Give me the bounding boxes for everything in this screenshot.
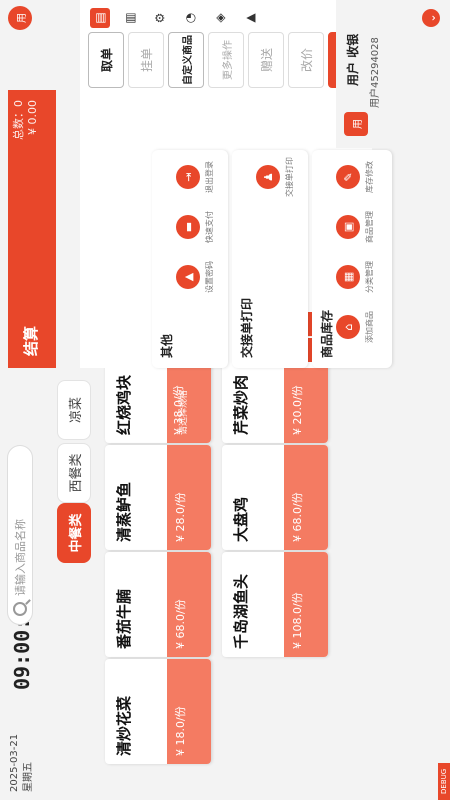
toolbar-avatar[interactable]: 用 bbox=[8, 6, 32, 30]
cashier-icon[interactable]: ▤ bbox=[90, 8, 110, 28]
rotated-canvas: 2025-03-21 星期五 09:00:59 请输入商品名称 凉菜 西餐类 中… bbox=[0, 0, 450, 800]
custom-item-button[interactable]: 自定义商品 bbox=[168, 32, 204, 88]
person-icon: ♟ bbox=[256, 165, 280, 189]
user-label: 用户 bbox=[346, 61, 360, 86]
dish-name: 芹菜炒肉 bbox=[232, 374, 250, 435]
grid-icon: ▦ bbox=[336, 265, 360, 289]
tab-chinese[interactable]: 凉菜 bbox=[57, 380, 91, 440]
dish-name: 千岛湖鱼头 bbox=[232, 573, 250, 649]
box-icon: ▣ bbox=[336, 215, 360, 239]
weekday-text: 星期五 bbox=[23, 762, 34, 792]
hang-order-button[interactable]: 挂单 bbox=[128, 32, 164, 88]
chart-icon[interactable]: ◔ bbox=[180, 8, 200, 28]
tab-label: 凉菜 bbox=[68, 397, 84, 424]
dish-card[interactable]: 千岛湖鱼头 ¥ 108.0/份 bbox=[222, 552, 328, 657]
dish-price: ¥ 108.0/份 bbox=[284, 552, 328, 657]
add-icon: ⌂ bbox=[336, 315, 360, 339]
tab-cold[interactable]: 中餐类 bbox=[57, 503, 91, 563]
total-amount: ¥ 0.00 bbox=[26, 100, 39, 135]
search-icon bbox=[13, 602, 27, 616]
user-account: 用户45294028 bbox=[370, 37, 381, 108]
shift-print[interactable]: ♟ 交接单打印 bbox=[256, 142, 295, 212]
dish-price: ¥ 38.0/份 bbox=[172, 385, 185, 435]
item-label: 分类管理 bbox=[365, 261, 374, 293]
search-input[interactable]: 请输入商品名称 bbox=[7, 445, 33, 625]
exit-icon: ⇥ bbox=[176, 165, 200, 189]
group-title: 交接单打印 bbox=[240, 297, 254, 358]
dish-card[interactable]: 清蒸鲈鱼 ¥ 28.0/份 bbox=[105, 445, 211, 550]
debug-badge: DEBUG bbox=[438, 762, 450, 800]
tab-label: 西餐类 bbox=[68, 453, 84, 493]
item-label: 设置密码 bbox=[205, 261, 214, 293]
group-shift: 交接单打印 ♟ 交接单打印 bbox=[232, 150, 308, 368]
user-avatar: 用 bbox=[344, 112, 368, 136]
dish-card[interactable]: 大盘鸡 ¥ 68.0/份 bbox=[222, 445, 328, 550]
checkout-button[interactable]: 结算 bbox=[20, 326, 41, 356]
dish-price: ¥ 68.0/份 bbox=[167, 552, 211, 657]
settings-doc-icon[interactable]: ⚙ bbox=[150, 8, 170, 28]
checkout-bar[interactable]: 结算 总数：0 ¥ 0.00 bbox=[8, 90, 56, 368]
search-placeholder: 请输入商品名称 bbox=[14, 519, 27, 596]
total-block: 总数：0 ¥ 0.00 bbox=[12, 100, 40, 140]
dish-name: 番茄牛腩 bbox=[115, 588, 133, 649]
edit-icon: ✎ bbox=[336, 165, 360, 189]
top-toolbar: 用 ▤ ▥ ⚙ ◔ ◈ ▲ ⌄ bbox=[0, 0, 450, 36]
take-order-button[interactable]: 取单 bbox=[88, 32, 124, 88]
gift-button[interactable]: 赠送 bbox=[248, 32, 284, 88]
dish-price: ¥ 18.0/份 bbox=[167, 659, 211, 764]
date-text: 2025-03-21 bbox=[9, 733, 20, 792]
item-label: 退出登录 bbox=[205, 161, 214, 193]
date-block: 2025-03-21 星期五 bbox=[8, 734, 36, 792]
cube-icon[interactable]: ◈ bbox=[210, 8, 230, 28]
user-name: 用户 收银 bbox=[344, 34, 361, 86]
group-title: 商品库存 bbox=[320, 309, 334, 358]
dish-card[interactable]: 番茄牛腩 ¥ 68.0/份 bbox=[105, 552, 211, 657]
item-label: 添加商品 bbox=[365, 311, 374, 343]
stock-edit[interactable]: ✎ 库存修改 bbox=[336, 142, 375, 212]
tab-label: 中餐类 bbox=[68, 513, 84, 553]
logout[interactable]: ⇥ 退出登录 bbox=[176, 142, 215, 212]
more-actions-button[interactable]: 更多操作 bbox=[208, 32, 244, 88]
lock-icon: ▲ bbox=[176, 265, 200, 289]
dish-name: 红烧鸡块 bbox=[115, 374, 133, 435]
stats-icon[interactable]: ▲ bbox=[240, 8, 260, 28]
item-label: 商品管理 bbox=[365, 211, 374, 243]
clock-rail: 2025-03-21 星期五 bbox=[0, 703, 450, 800]
tab-western[interactable]: 西餐类 bbox=[57, 443, 91, 503]
card-icon: ▬ bbox=[176, 215, 200, 239]
dish-name: 大盘鸡 bbox=[232, 496, 250, 542]
item-label: 库存修改 bbox=[365, 161, 374, 193]
dish-price: ¥ 28.0/份 bbox=[167, 445, 211, 550]
screen: 2025-03-21 星期五 09:00:59 请输入商品名称 凉菜 西餐类 中… bbox=[0, 0, 450, 800]
item-label: 交接单打印 bbox=[285, 157, 294, 197]
group-other: 其他 ▲ 设置密码 ▬ 快速支付 ⇥ 退出登录 bbox=[152, 150, 228, 368]
dish-name: 清炒花菜 bbox=[115, 695, 133, 756]
total-count: 总数：0 bbox=[12, 100, 25, 140]
group-title: 其他 bbox=[160, 333, 174, 358]
dish-price: ¥ 68.0/份 bbox=[284, 445, 328, 550]
item-label: 快速支付 bbox=[205, 211, 214, 243]
chevron-down-icon[interactable]: ⌄ bbox=[422, 9, 440, 27]
group-inventory: 商品库存 ⌂ 添加商品 ▦ 分类管理 ▣ 商品管理 ✎ 库存修改 bbox=[312, 150, 392, 368]
dish-name: 清蒸鲈鱼 bbox=[115, 481, 133, 542]
report-icon[interactable]: ▥ bbox=[120, 8, 140, 28]
dish-card[interactable]: 清炒花菜 ¥ 18.0/份 bbox=[105, 659, 211, 764]
mode-label: 收银 bbox=[346, 33, 360, 58]
change-price-button[interactable]: 改价 bbox=[288, 32, 324, 88]
